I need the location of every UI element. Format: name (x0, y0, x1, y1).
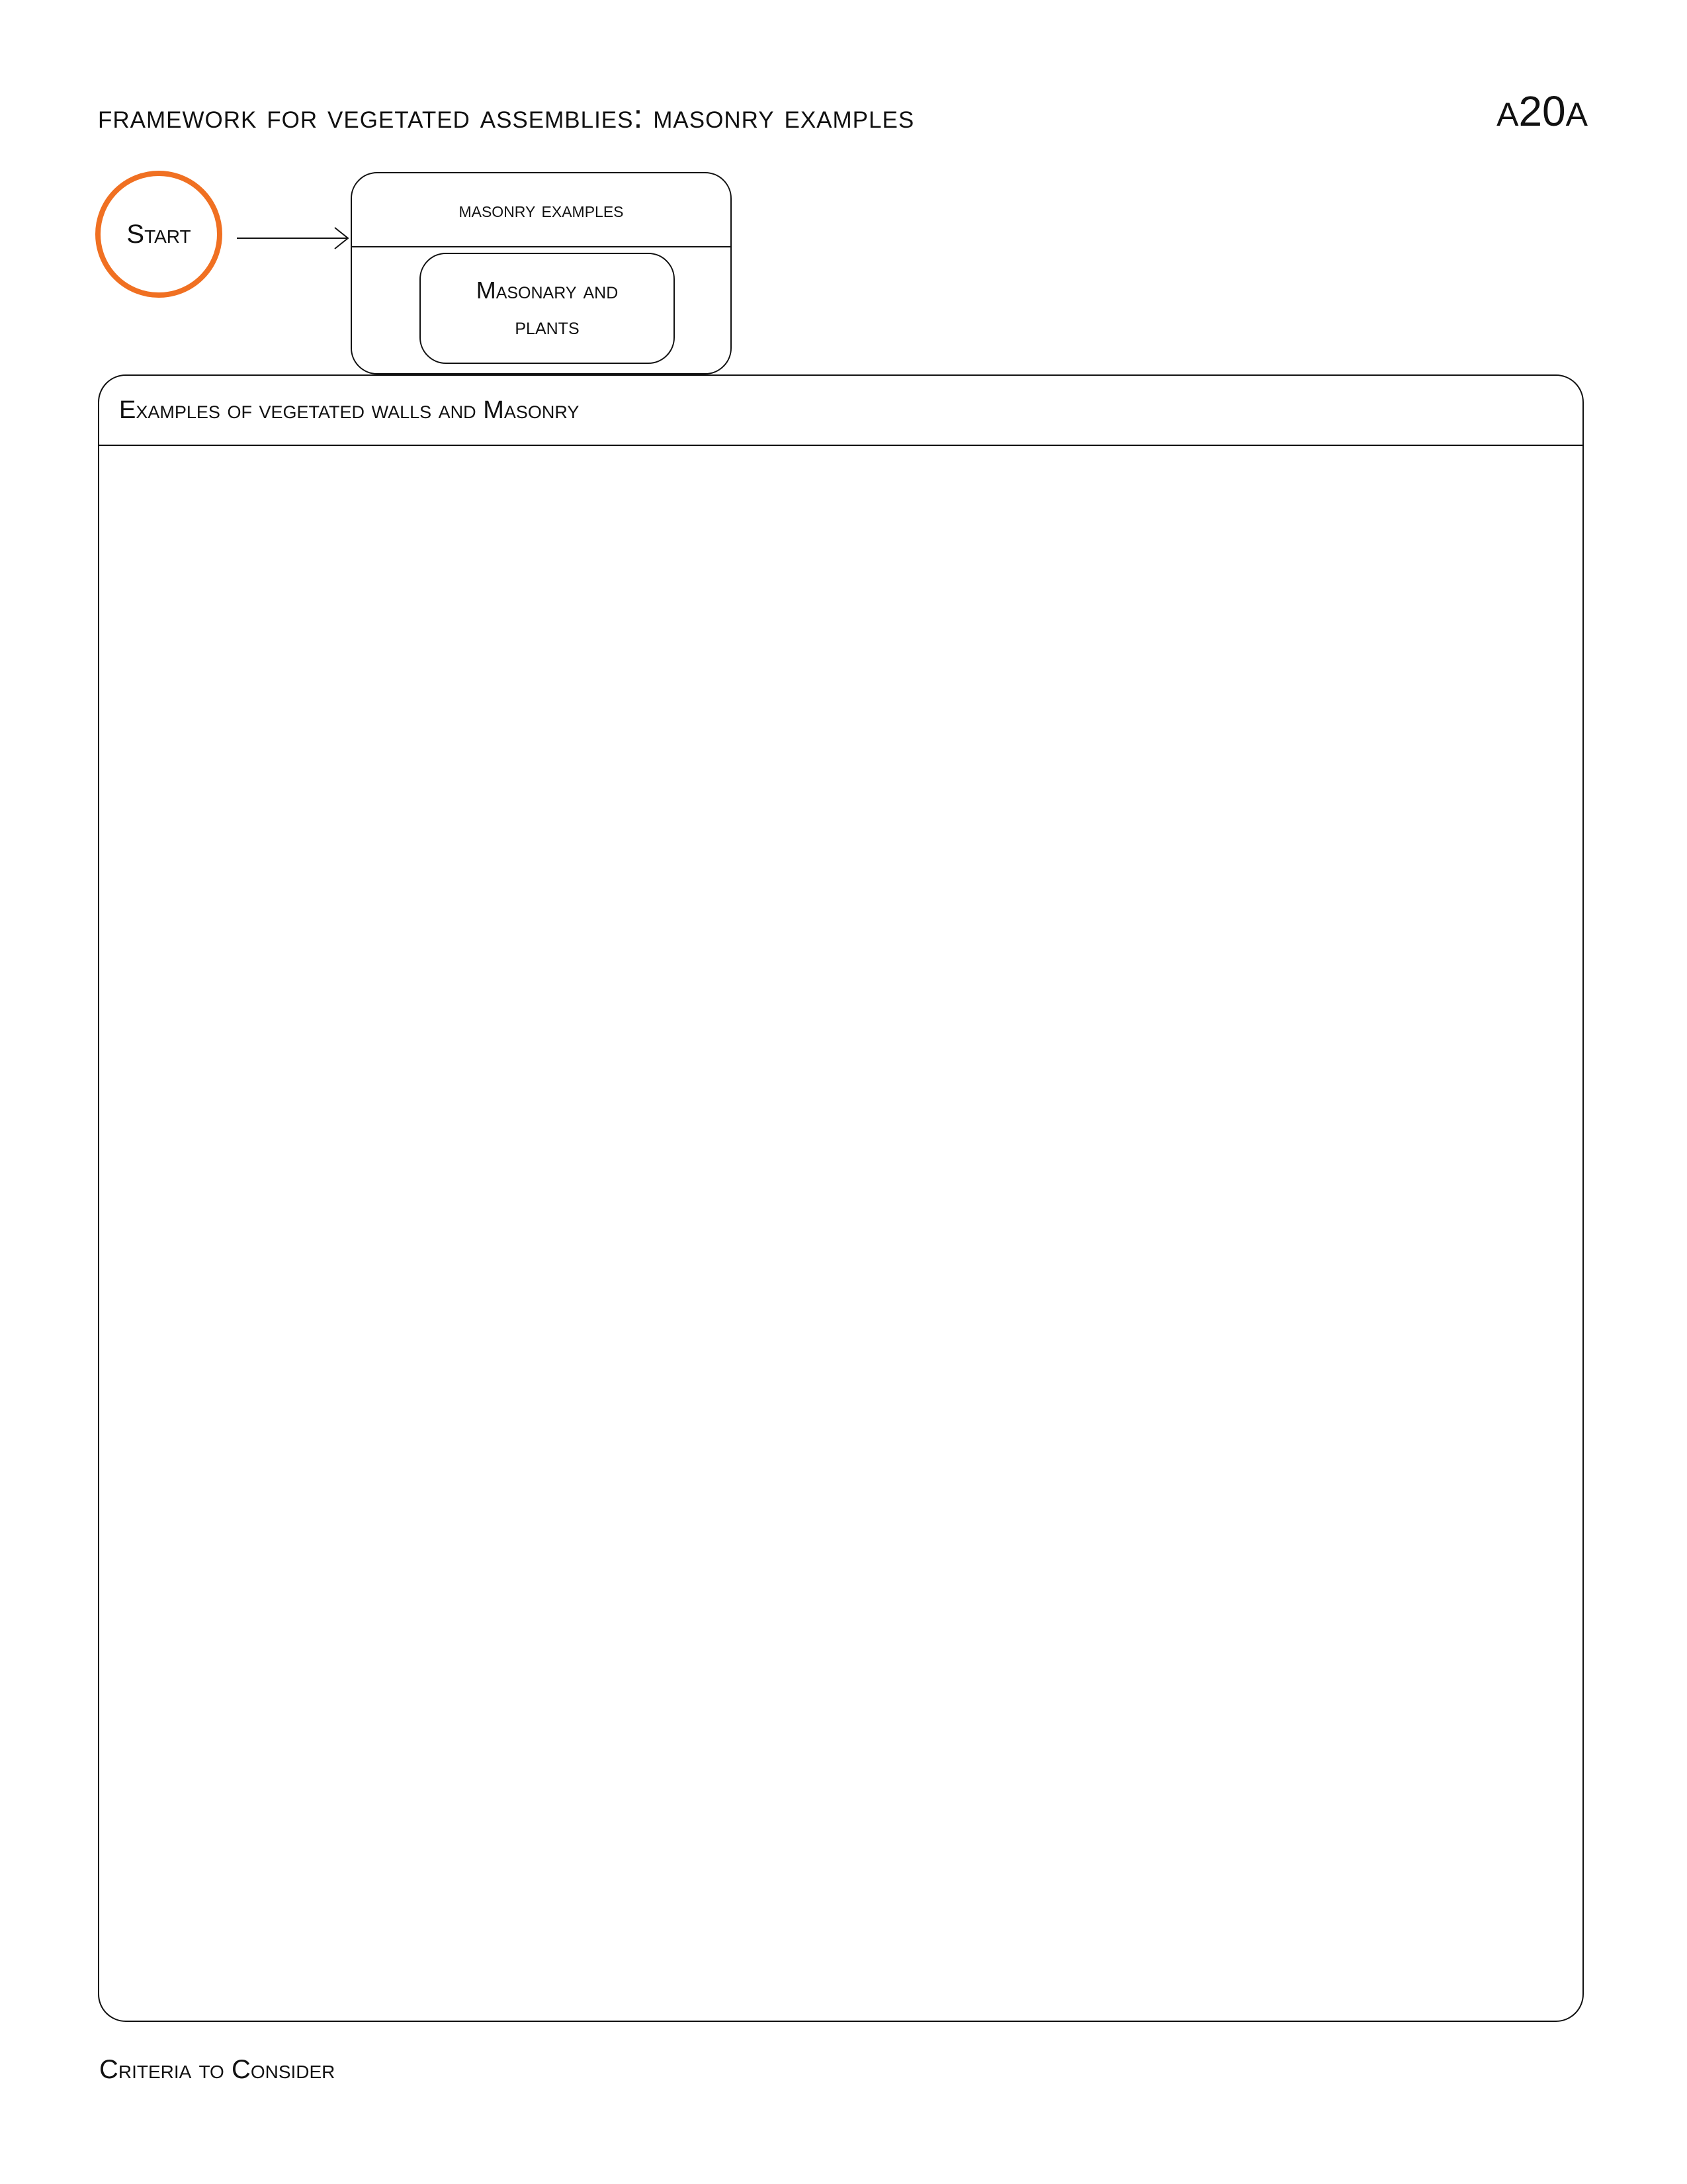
start-arrow (237, 227, 349, 249)
examples-panel-body (99, 446, 1582, 2021)
page: { "header": { "title": "framework for ve… (0, 0, 1687, 2184)
page-code-number: 20 (1518, 87, 1566, 135)
state-title: masonry examples (352, 173, 730, 247)
state-masonry-examples: masonry examples Masonary and plants (351, 172, 732, 374)
page-code-suffix: A (1565, 96, 1588, 133)
substate-label-line1: Masonary and (476, 277, 619, 304)
start-node: Start (95, 171, 222, 298)
page-code-prefix: A (1496, 96, 1519, 133)
examples-panel-title: Examples of vegetated walls and Masonry (119, 396, 580, 424)
start-label: Start (126, 219, 191, 249)
examples-panel-header: Examples of vegetated walls and Masonry (99, 376, 1582, 446)
substate-masonary-and-plants: Masonary and plants (419, 253, 675, 364)
page-title: framework for vegetated assemblies: maso… (98, 98, 915, 135)
criteria-heading: Criteria to Consider (99, 2055, 335, 2084)
page-code: A20A (1496, 90, 1588, 134)
examples-panel: Examples of vegetated walls and Masonry (98, 374, 1584, 2022)
substate-label-line2: plants (515, 312, 580, 339)
